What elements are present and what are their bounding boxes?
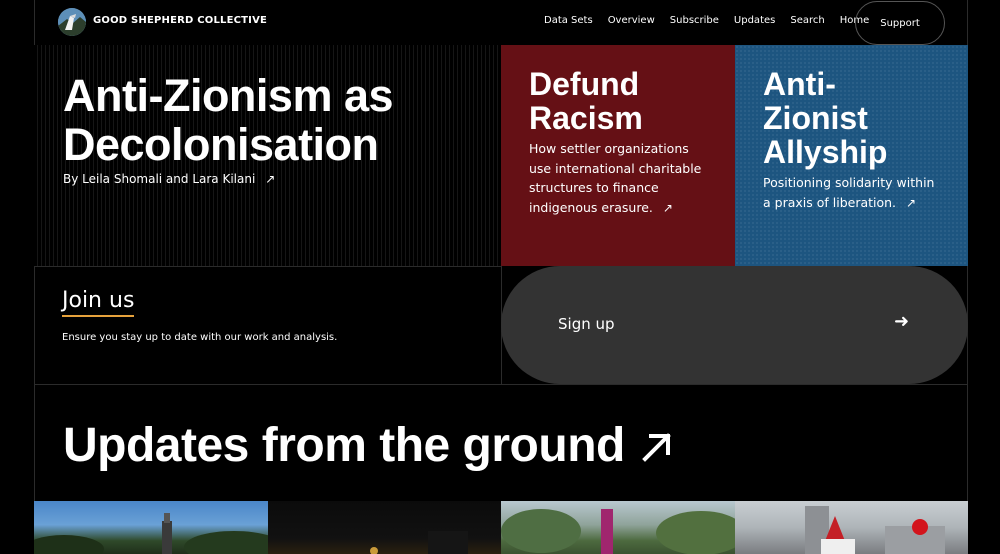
nav-search[interactable]: Search <box>790 15 824 26</box>
support-button[interactable]: Support <box>855 1 945 45</box>
shepherd-logo-icon[interactable] <box>58 8 86 36</box>
arrow-up-right-icon[interactable] <box>640 430 674 464</box>
join-title[interactable]: Join us <box>62 288 135 317</box>
signup-label: Sign up <box>558 315 615 333</box>
top-nav: GOOD SHEPHERD COLLECTIVE Data Sets Overv… <box>0 0 1000 45</box>
join-text: Ensure you stay up to date with our work… <box>62 332 338 343</box>
divider <box>34 266 501 267</box>
nav-data-sets[interactable]: Data Sets <box>544 15 593 26</box>
card-text: How settler organizations use internatio… <box>529 139 707 218</box>
card-title: Defund Racism <box>529 66 643 136</box>
hero-byline: By Leila Shomali and Lara Kilani ↗ <box>63 172 275 186</box>
divider <box>34 384 968 385</box>
hero-article[interactable]: Anti-Zionism as Decolonisation By Leila … <box>34 45 501 266</box>
update-photo[interactable] <box>501 501 735 554</box>
byline-text: By Leila Shomali and Lara Kilani <box>63 172 256 186</box>
update-photo[interactable] <box>735 501 968 554</box>
update-photo[interactable] <box>268 501 501 554</box>
nav-subscribe[interactable]: Subscribe <box>670 15 719 26</box>
card-title: Anti-Zionist Allyship <box>763 66 888 170</box>
card-anti-zionist-allyship[interactable]: Anti-Zionist Allyship Positioning solida… <box>735 45 968 266</box>
nav-links: Data Sets Overview Subscribe Updates Sea… <box>544 15 884 26</box>
arrow-up-right-icon[interactable]: ↗ <box>906 194 916 214</box>
arrow-right-icon: ➜ <box>894 311 910 332</box>
nav-updates[interactable]: Updates <box>734 15 775 26</box>
nav-overview[interactable]: Overview <box>608 15 655 26</box>
card-defund-racism[interactable]: Defund Racism How settler organizations … <box>501 45 735 266</box>
arrow-up-right-icon[interactable]: ↗ <box>265 172 275 186</box>
update-photo[interactable] <box>34 501 268 554</box>
card-description: How settler organizations use internatio… <box>529 141 702 215</box>
updates-title[interactable]: Updates from the ground <box>63 418 625 474</box>
card-text: Positioning solidarity within a praxis o… <box>763 173 940 213</box>
brand-name[interactable]: GOOD SHEPHERD COLLECTIVE <box>93 15 267 26</box>
signup-button[interactable]: Sign up ➜ <box>501 266 968 384</box>
hero-title[interactable]: Anti-Zionism as Decolonisation <box>63 71 503 169</box>
arrow-up-right-icon[interactable]: ↗ <box>663 199 673 219</box>
